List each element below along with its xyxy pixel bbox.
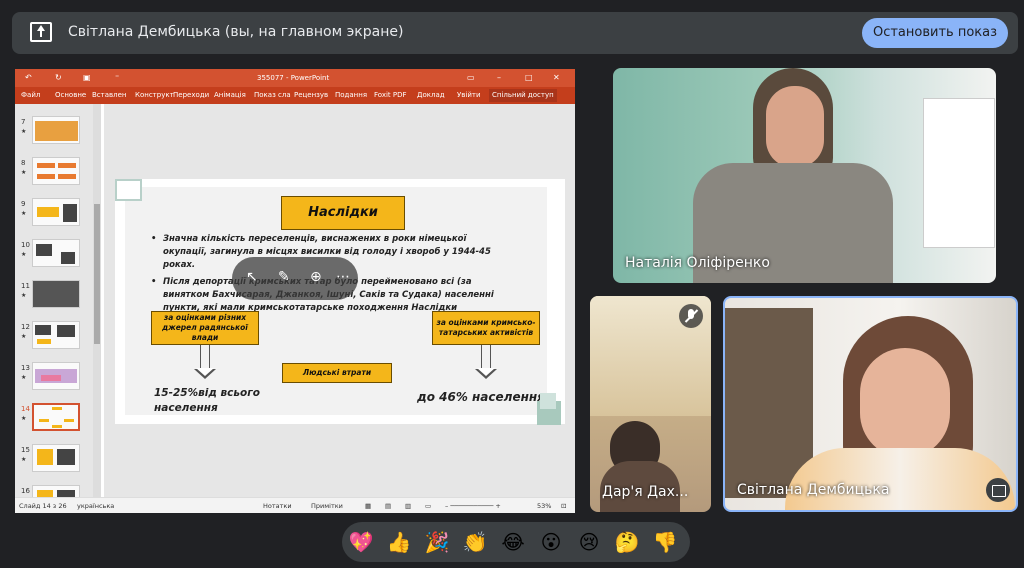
language-indicator[interactable]: українська	[77, 502, 114, 510]
clap-reaction-icon[interactable]: 👏	[462, 529, 488, 555]
stat-soviet: 15-25%від всього населення	[154, 387, 260, 414]
ppt-titlebar: ↶ ↻ ▣ ⁼ 355077 - PowerPoint ▭ – □ ✕	[15, 69, 575, 87]
present-screen-icon	[30, 22, 52, 42]
video-tile-natalia[interactable]: Наталія Оліфіренко	[613, 68, 996, 283]
presenter-title: Світлана Дембицька (вы, на главном экран…	[68, 24, 404, 40]
surprised-reaction-icon[interactable]: 😮	[538, 529, 564, 555]
powerpoint-window: ↶ ↻ ▣ ⁼ 355077 - PowerPoint ▭ – □ ✕ Файл…	[15, 69, 575, 513]
zoom-icon[interactable]: ⊕	[310, 269, 322, 285]
tab-signin[interactable]: Увійти	[457, 91, 481, 99]
tab-tell[interactable]: Доклад	[417, 91, 445, 99]
sorter-view-icon[interactable]: ▤	[385, 502, 391, 510]
redo-icon[interactable]: ↻	[55, 73, 62, 82]
ppt-title: 355077 - PowerPoint	[257, 74, 330, 82]
pin-view-icon[interactable]	[986, 478, 1010, 502]
decor-square-light	[540, 393, 556, 409]
normal-view-icon[interactable]: ▦	[365, 502, 371, 510]
participant-name: Світлана Дембицька	[737, 482, 890, 498]
slide-counter: Слайд 14 з 26	[19, 502, 67, 510]
participant-face	[766, 86, 824, 168]
thumbnail-10[interactable]: 10 ★	[17, 239, 95, 279]
tab-design[interactable]: Конструкт	[135, 91, 174, 99]
thumbnail-scrollbar[interactable]	[93, 104, 101, 497]
tab-view[interactable]: Подання	[335, 91, 367, 99]
thumbnail-7[interactable]: 7 ★	[17, 116, 95, 156]
reactions-bar: 💖 👍 🎉 👏 😂 😮 😢 🤔 👎	[342, 522, 690, 562]
tab-foxit[interactable]: Foxit PDF	[374, 91, 407, 99]
arrow-down-left-icon	[194, 345, 216, 379]
reading-view-icon[interactable]: ▥	[405, 502, 411, 510]
tab-insert[interactable]: Вставлен	[92, 91, 127, 99]
customize-icon[interactable]: ⁼	[115, 73, 119, 82]
presenting-banner: Світлана Дембицька (вы, на главном экран…	[12, 12, 1018, 54]
laugh-reaction-icon[interactable]: 😂	[500, 529, 526, 555]
party-reaction-icon[interactable]: 🎉	[424, 529, 450, 555]
whiteboard	[923, 98, 995, 248]
comments-button[interactable]: Примітки	[311, 502, 343, 510]
video-tile-darya[interactable]: Дар'я Дах...	[590, 296, 711, 512]
slide-canvas: Наслідки Значна кількість переселенців, …	[104, 104, 575, 497]
thumbnail-14[interactable]: 14 ★	[17, 403, 95, 443]
tab-file[interactable]: Файл	[21, 91, 40, 99]
slide-thumbnails: 7 ★ 8 ★ 9 ★ 10 ★ 11 ★ 12 ★ 13 ★ 14 ★ 15 …	[15, 104, 95, 513]
zoom-level[interactable]: 53%	[537, 502, 551, 510]
participant-body	[785, 448, 1015, 510]
box-human-losses: Людські втрати	[282, 363, 392, 383]
ribbon-tabs: Файл Основне Вставлен Конструкт Переходи…	[15, 87, 575, 104]
minimize-icon[interactable]: –	[497, 73, 501, 82]
arrow-down-right-icon	[475, 345, 497, 379]
box-soviet-estimates: за оцінками різних джерел радянської вла…	[151, 311, 259, 345]
thumbnail-8[interactable]: 8 ★	[17, 157, 95, 197]
thumbnail-13[interactable]: 13 ★	[17, 362, 95, 402]
mic-off-icon	[679, 304, 703, 328]
tab-review[interactable]: Рецензув	[294, 91, 328, 99]
sad-reaction-icon[interactable]: 😢	[576, 529, 602, 555]
slideshow-controls[interactable]: ↖ ✎ ⊕ ⋯	[232, 257, 358, 300]
thumbnail-11[interactable]: 11 ★	[17, 280, 95, 320]
stat-activist: до 46% населення	[417, 390, 545, 404]
stop-presenting-button[interactable]: Остановить показ	[862, 18, 1008, 48]
thumbnail-9[interactable]: 9 ★	[17, 198, 95, 238]
slideshow-icon[interactable]: ▣	[83, 73, 91, 82]
thumbnail-12[interactable]: 12 ★	[17, 321, 95, 361]
tab-home[interactable]: Основне	[55, 91, 86, 99]
video-tile-svitlana[interactable]: Світлана Дембицька	[723, 296, 1018, 512]
share-doc-button[interactable]: Спільний доступ	[489, 89, 557, 102]
pointer-icon[interactable]: ↖	[246, 269, 258, 285]
box-activist-estimates: за оцінками кримсько-татарських активіст…	[432, 311, 540, 345]
slideshow-view-icon[interactable]: ▭	[425, 502, 431, 510]
maximize-icon[interactable]: □	[525, 73, 533, 82]
participant-name: Дар'я Дах...	[602, 484, 689, 500]
thumbs-up-reaction-icon[interactable]: 👍	[386, 529, 412, 555]
more-icon[interactable]: ⋯	[336, 269, 350, 285]
thumbs-down-reaction-icon[interactable]: 👎	[652, 529, 678, 555]
thinking-reaction-icon[interactable]: 🤔	[614, 529, 640, 555]
fit-slide-icon[interactable]: ⊡	[561, 502, 566, 510]
tab-transitions[interactable]: Переходи	[173, 91, 209, 99]
heart-reaction-icon[interactable]: 💖	[348, 529, 374, 555]
thumbnail-15[interactable]: 15 ★	[17, 444, 95, 484]
zoom-slider[interactable]: – ─────────── +	[445, 502, 501, 510]
pen-icon[interactable]: ✎	[278, 269, 290, 285]
slide-14[interactable]: Наслідки Значна кількість переселенців, …	[115, 179, 565, 425]
undo-icon[interactable]: ↶	[25, 73, 32, 82]
slide-heading: Наслідки	[281, 196, 405, 230]
participant-name: Наталія Оліфіренко	[625, 255, 770, 271]
close-icon[interactable]: ✕	[553, 73, 560, 82]
tab-slideshow[interactable]: Показ сла	[254, 91, 291, 99]
ppt-statusbar: Слайд 14 з 26 українська Нотатки Примітк…	[15, 497, 575, 513]
ribbon-options-icon[interactable]: ▭	[467, 73, 475, 82]
participant-face	[860, 348, 950, 458]
tab-animations[interactable]: Анімація	[214, 91, 246, 99]
decor-frame	[115, 179, 142, 201]
notes-button[interactable]: Нотатки	[263, 502, 292, 510]
